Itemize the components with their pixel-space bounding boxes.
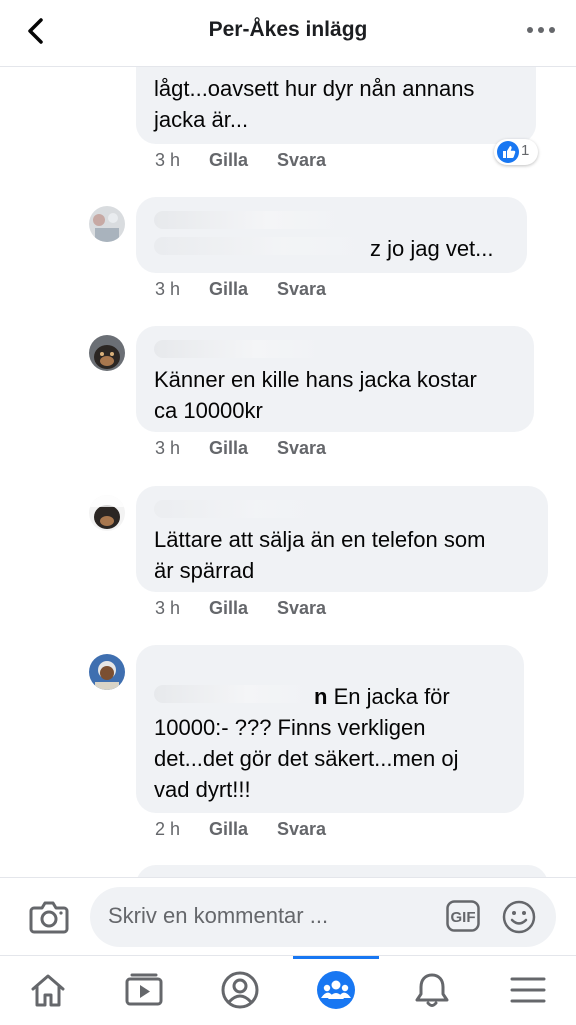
like-link[interactable]: Gilla <box>209 438 248 459</box>
emoji-icon[interactable] <box>502 900 536 934</box>
comment-text: En jacka för <box>333 684 450 709</box>
comment-text-line: Känner en kille hans jacka kostar <box>154 367 477 392</box>
avatar[interactable] <box>89 495 125 531</box>
comment-time: 2 h <box>155 819 181 839</box>
comment-time: 3 h <box>155 279 181 299</box>
like-reaction-icon <box>497 141 519 163</box>
gif-label: GIF <box>451 909 476 926</box>
reply-link[interactable]: Svara <box>277 819 326 840</box>
camera-icon[interactable] <box>28 898 70 936</box>
bottom-tab-bar <box>0 955 576 1025</box>
comment-text-line: det...det gör det säkert...men oj <box>154 746 459 771</box>
comments-list: lågt...oavsett hur dyr nån annans jacka … <box>0 67 576 877</box>
page-title: Per-Åkes inlägg <box>208 18 368 41</box>
avatar[interactable] <box>89 654 125 690</box>
like-link[interactable]: Gilla <box>209 279 248 300</box>
profile-icon[interactable] <box>220 970 260 1010</box>
notifications-icon[interactable] <box>412 970 452 1010</box>
groups-icon[interactable] <box>316 970 356 1010</box>
reply-link[interactable]: Svara <box>277 598 326 619</box>
blurred-author-name <box>154 500 324 518</box>
comment-text-line: 10000:- ??? Finns verkligen <box>154 715 426 740</box>
home-icon[interactable] <box>28 970 68 1010</box>
blurred-author-name <box>154 340 324 358</box>
comment-text-line: lågt...oavsett hur dyr nån annans <box>154 76 475 101</box>
blurred-text <box>154 237 370 255</box>
comment-text-line: ca 10000kr <box>154 398 263 423</box>
comment-time: 3 h <box>155 438 181 458</box>
comment-input[interactable]: Skriv en kommentar ... GIF <box>90 887 556 947</box>
reply-link[interactable]: Svara <box>277 279 326 300</box>
gif-icon[interactable]: GIF <box>446 900 480 932</box>
blurred-author-name <box>154 685 310 703</box>
comment-bubble[interactable]: lågt...oavsett hur dyr nån annans jacka … <box>136 67 536 144</box>
comment-time: 3 h <box>155 150 181 170</box>
comment-bubble[interactable]: n En jacka för 10000:- ??? Finns verklig… <box>136 645 524 813</box>
like-link[interactable]: Gilla <box>209 598 248 619</box>
comment-bubble[interactable]: z jo jag vet... <box>136 197 527 273</box>
comment-bubble[interactable] <box>136 865 548 877</box>
avatar[interactable] <box>89 335 125 371</box>
comment-text-line: är spärrad <box>154 558 255 583</box>
reaction-count: 1 <box>521 142 530 159</box>
comment-text-line: vad dyrt!!! <box>154 777 251 802</box>
like-link[interactable]: Gilla <box>209 150 248 171</box>
comment-bubble[interactable]: Lättare att sälja än en telefon som är s… <box>136 486 548 592</box>
menu-icon[interactable] <box>508 970 548 1010</box>
watch-icon[interactable] <box>124 970 164 1010</box>
comment-bubble[interactable]: Känner en kille hans jacka kostar ca 100… <box>136 326 534 432</box>
comment-placeholder: Skriv en kommentar ... <box>108 903 329 928</box>
reply-link[interactable]: Svara <box>277 150 326 171</box>
comment-text: z jo jag vet... <box>370 236 494 261</box>
top-bar: Per-Åkes inlägg <box>0 0 576 67</box>
more-options-icon[interactable] <box>524 18 558 42</box>
comment-composer: Skriv en kommentar ... GIF <box>0 877 576 956</box>
comment-time: 3 h <box>155 598 181 618</box>
like-link[interactable]: Gilla <box>209 819 248 840</box>
author-name-tail[interactable]: n <box>314 684 327 709</box>
active-tab-indicator <box>293 956 379 959</box>
comment-first-line: n En jacka för <box>314 681 450 712</box>
blurred-author-name <box>154 211 344 229</box>
comment-text-line: Lättare att sälja än en telefon som <box>154 527 486 552</box>
reply-link[interactable]: Svara <box>277 438 326 459</box>
avatar[interactable] <box>89 206 125 242</box>
comment-text-line: jacka är... <box>154 107 249 132</box>
reaction-summary[interactable]: 1 <box>494 139 538 165</box>
